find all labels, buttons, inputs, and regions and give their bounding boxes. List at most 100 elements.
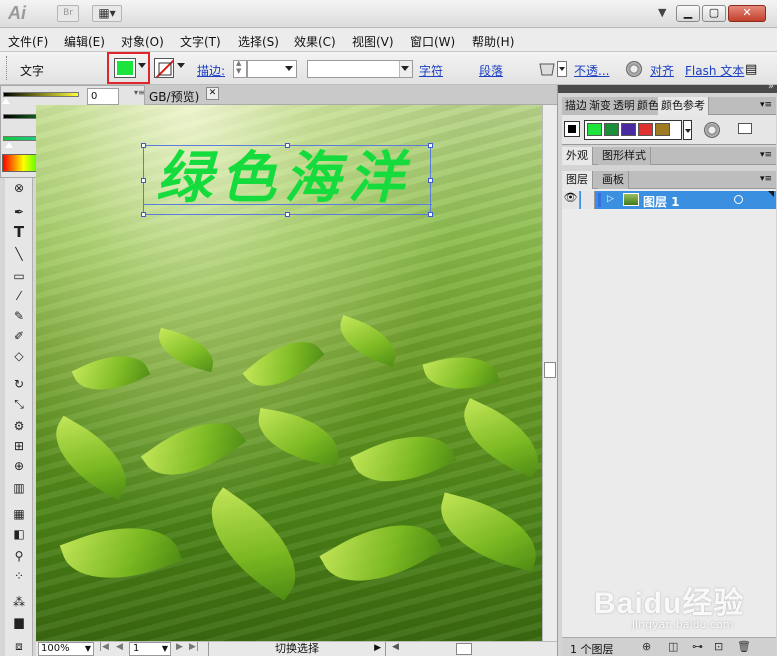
warp-tool-icon[interactable]: ⚙ bbox=[8, 416, 30, 436]
clipping-mask-icon[interactable]: ◫ bbox=[668, 640, 678, 653]
arrange-documents-button[interactable]: ▦▾ bbox=[92, 5, 122, 22]
harmony-swatches[interactable] bbox=[584, 120, 682, 140]
save-group-icon[interactable] bbox=[738, 123, 752, 134]
rectangle-tool-icon[interactable]: ▭ bbox=[8, 266, 30, 286]
mesh-tool-icon[interactable]: ▦ bbox=[8, 504, 30, 524]
page-field[interactable]: 1 ▼ bbox=[129, 642, 171, 656]
free-transform-icon[interactable]: ⊞ bbox=[8, 436, 30, 456]
resize-handle[interactable] bbox=[428, 212, 433, 217]
menu-window[interactable]: 窗口(W) bbox=[410, 33, 455, 50]
stroke-weight-dropdown[interactable] bbox=[247, 60, 297, 78]
tab-color-guide[interactable]: 颜色参考 bbox=[658, 97, 709, 115]
resize-handle[interactable] bbox=[141, 143, 146, 148]
first-page-icon[interactable]: |◀ bbox=[99, 642, 109, 652]
close-button[interactable]: ✕ bbox=[728, 5, 766, 22]
menu-file[interactable]: 文件(F) bbox=[8, 33, 48, 50]
visibility-eye-icon[interactable]: 👁 bbox=[562, 191, 580, 209]
text-bounding-box[interactable]: 绿色海洋 bbox=[141, 143, 433, 217]
font-family-dropdown[interactable] bbox=[307, 60, 413, 78]
panel-menu-icon[interactable]: ▾≡ bbox=[760, 150, 772, 160]
envelope-icon[interactable] bbox=[538, 60, 556, 78]
new-sublayer-icon[interactable]: ⊶ bbox=[692, 640, 703, 653]
scale-tool-icon[interactable]: ⤡ bbox=[8, 394, 30, 414]
menu-edit[interactable]: 编辑(E) bbox=[64, 33, 105, 50]
fill-color-swatch[interactable] bbox=[114, 58, 136, 78]
graph-tool-icon[interactable]: ▥ bbox=[8, 478, 30, 498]
stroke-dropdown-icon[interactable] bbox=[177, 63, 185, 68]
lock-toggle[interactable] bbox=[581, 191, 595, 209]
tab-artboards[interactable]: 画板 bbox=[598, 171, 629, 189]
menu-help[interactable]: 帮助(H) bbox=[472, 33, 514, 50]
menu-select[interactable]: 选择(S) bbox=[238, 33, 279, 50]
bridge-button[interactable]: Br bbox=[57, 5, 79, 22]
paragraph-link[interactable]: 段落 bbox=[479, 62, 503, 79]
flash-text-link[interactable]: Flash 文本 bbox=[685, 62, 744, 79]
layer-row[interactable]: 👁 ▷ 图层 1 bbox=[562, 191, 776, 209]
maximize-button[interactable]: ▢ bbox=[702, 5, 726, 22]
envelope-dropdown[interactable] bbox=[557, 61, 567, 77]
blob-brush-icon[interactable]: ✐ bbox=[8, 326, 30, 346]
opacity-link[interactable]: 不透... bbox=[574, 62, 609, 79]
recolor-icon[interactable] bbox=[626, 61, 642, 77]
panel-menu-icon[interactable]: ▤ bbox=[745, 62, 757, 77]
red-slider-thumb[interactable] bbox=[2, 98, 10, 104]
close-tab-icon[interactable]: ✕ bbox=[206, 87, 219, 100]
target-icon[interactable] bbox=[734, 195, 743, 204]
zoom-dropdown[interactable]: 100% ▼ bbox=[38, 642, 94, 656]
stroke-label[interactable]: 描边: bbox=[197, 62, 225, 79]
panel-menu-icon[interactable]: ▾≡ bbox=[134, 88, 145, 97]
collapse-icon[interactable]: » bbox=[768, 81, 774, 92]
recolor-artwork-icon[interactable] bbox=[704, 122, 720, 138]
swatch-2[interactable] bbox=[604, 123, 619, 136]
layer-name[interactable]: 图层 1 bbox=[643, 193, 680, 210]
last-page-icon[interactable]: ▶| bbox=[189, 642, 199, 652]
tab-appearance[interactable]: 外观 bbox=[562, 147, 593, 165]
artboard-canvas[interactable]: 绿色海洋 bbox=[36, 105, 542, 641]
swatch-3[interactable] bbox=[621, 123, 636, 136]
paintbrush-tool-icon[interactable]: ⁄ bbox=[8, 286, 30, 306]
column-graph-icon[interactable]: ▆ bbox=[8, 612, 30, 632]
pen-tool-icon[interactable]: ✒ bbox=[8, 202, 30, 222]
eraser-tool-icon[interactable]: ◇ bbox=[8, 346, 30, 366]
type-tool-icon[interactable]: T bbox=[8, 222, 30, 242]
delete-layer-icon[interactable]: 🗑 bbox=[737, 640, 751, 653]
canvas-text[interactable]: 绿色海洋 bbox=[156, 148, 412, 208]
gradient-tool-icon[interactable]: ◧ bbox=[8, 524, 30, 544]
shape-builder-icon[interactable]: ⊕ bbox=[8, 456, 30, 476]
workspace-dropdown-icon[interactable]: ▼ bbox=[658, 6, 666, 19]
symbol-sprayer-icon[interactable]: ⁂ bbox=[8, 592, 30, 612]
resize-handle[interactable] bbox=[285, 212, 290, 217]
swatch-1[interactable] bbox=[587, 123, 602, 136]
next-page-icon[interactable]: ▶ bbox=[176, 642, 183, 652]
resize-handle[interactable] bbox=[428, 178, 433, 183]
menu-type[interactable]: 文字(T) bbox=[180, 33, 221, 50]
artboard-tool-icon[interactable]: ⧈ bbox=[8, 636, 30, 656]
line-tool-icon[interactable]: ╲ bbox=[8, 244, 30, 264]
swatch-4[interactable] bbox=[638, 123, 653, 136]
character-link[interactable]: 字符 bbox=[419, 62, 443, 79]
resize-handle[interactable] bbox=[141, 178, 146, 183]
tab-graphic-styles[interactable]: 图形样式 bbox=[598, 147, 651, 165]
status-mode[interactable]: 切换选择 ▶ bbox=[208, 642, 386, 656]
document-tab[interactable]: GB/预览) ✕ bbox=[145, 85, 557, 105]
harmony-dropdown[interactable] bbox=[683, 120, 692, 140]
vertical-scrollbar[interactable] bbox=[542, 105, 557, 641]
tab-layers[interactable]: 图层 bbox=[562, 171, 593, 189]
swatch-5[interactable] bbox=[655, 123, 670, 136]
red-slider[interactable] bbox=[3, 92, 79, 97]
panel-menu-icon[interactable]: ▾≡ bbox=[760, 174, 772, 184]
stroke-color-swatch[interactable] bbox=[154, 58, 174, 78]
minimize-button[interactable]: ▁ bbox=[676, 5, 700, 22]
lasso-tool-icon[interactable]: ⊗ bbox=[8, 178, 30, 198]
resize-handle[interactable] bbox=[141, 212, 146, 217]
base-color-swatch[interactable] bbox=[564, 121, 580, 137]
scroll-thumb[interactable] bbox=[544, 362, 556, 378]
menu-effect[interactable]: 效果(C) bbox=[294, 33, 336, 50]
expand-triangle-icon[interactable]: ▷ bbox=[607, 194, 614, 204]
blue-slider-thumb[interactable] bbox=[5, 142, 13, 148]
blend-tool-icon[interactable]: ⁘ bbox=[8, 566, 30, 586]
locate-object-icon[interactable]: ⊕ bbox=[642, 640, 651, 653]
prev-page-icon[interactable]: ◀ bbox=[116, 642, 123, 652]
fill-dropdown-icon[interactable] bbox=[138, 63, 146, 68]
eyedropper-tool-icon[interactable]: ⚲ bbox=[8, 546, 30, 566]
